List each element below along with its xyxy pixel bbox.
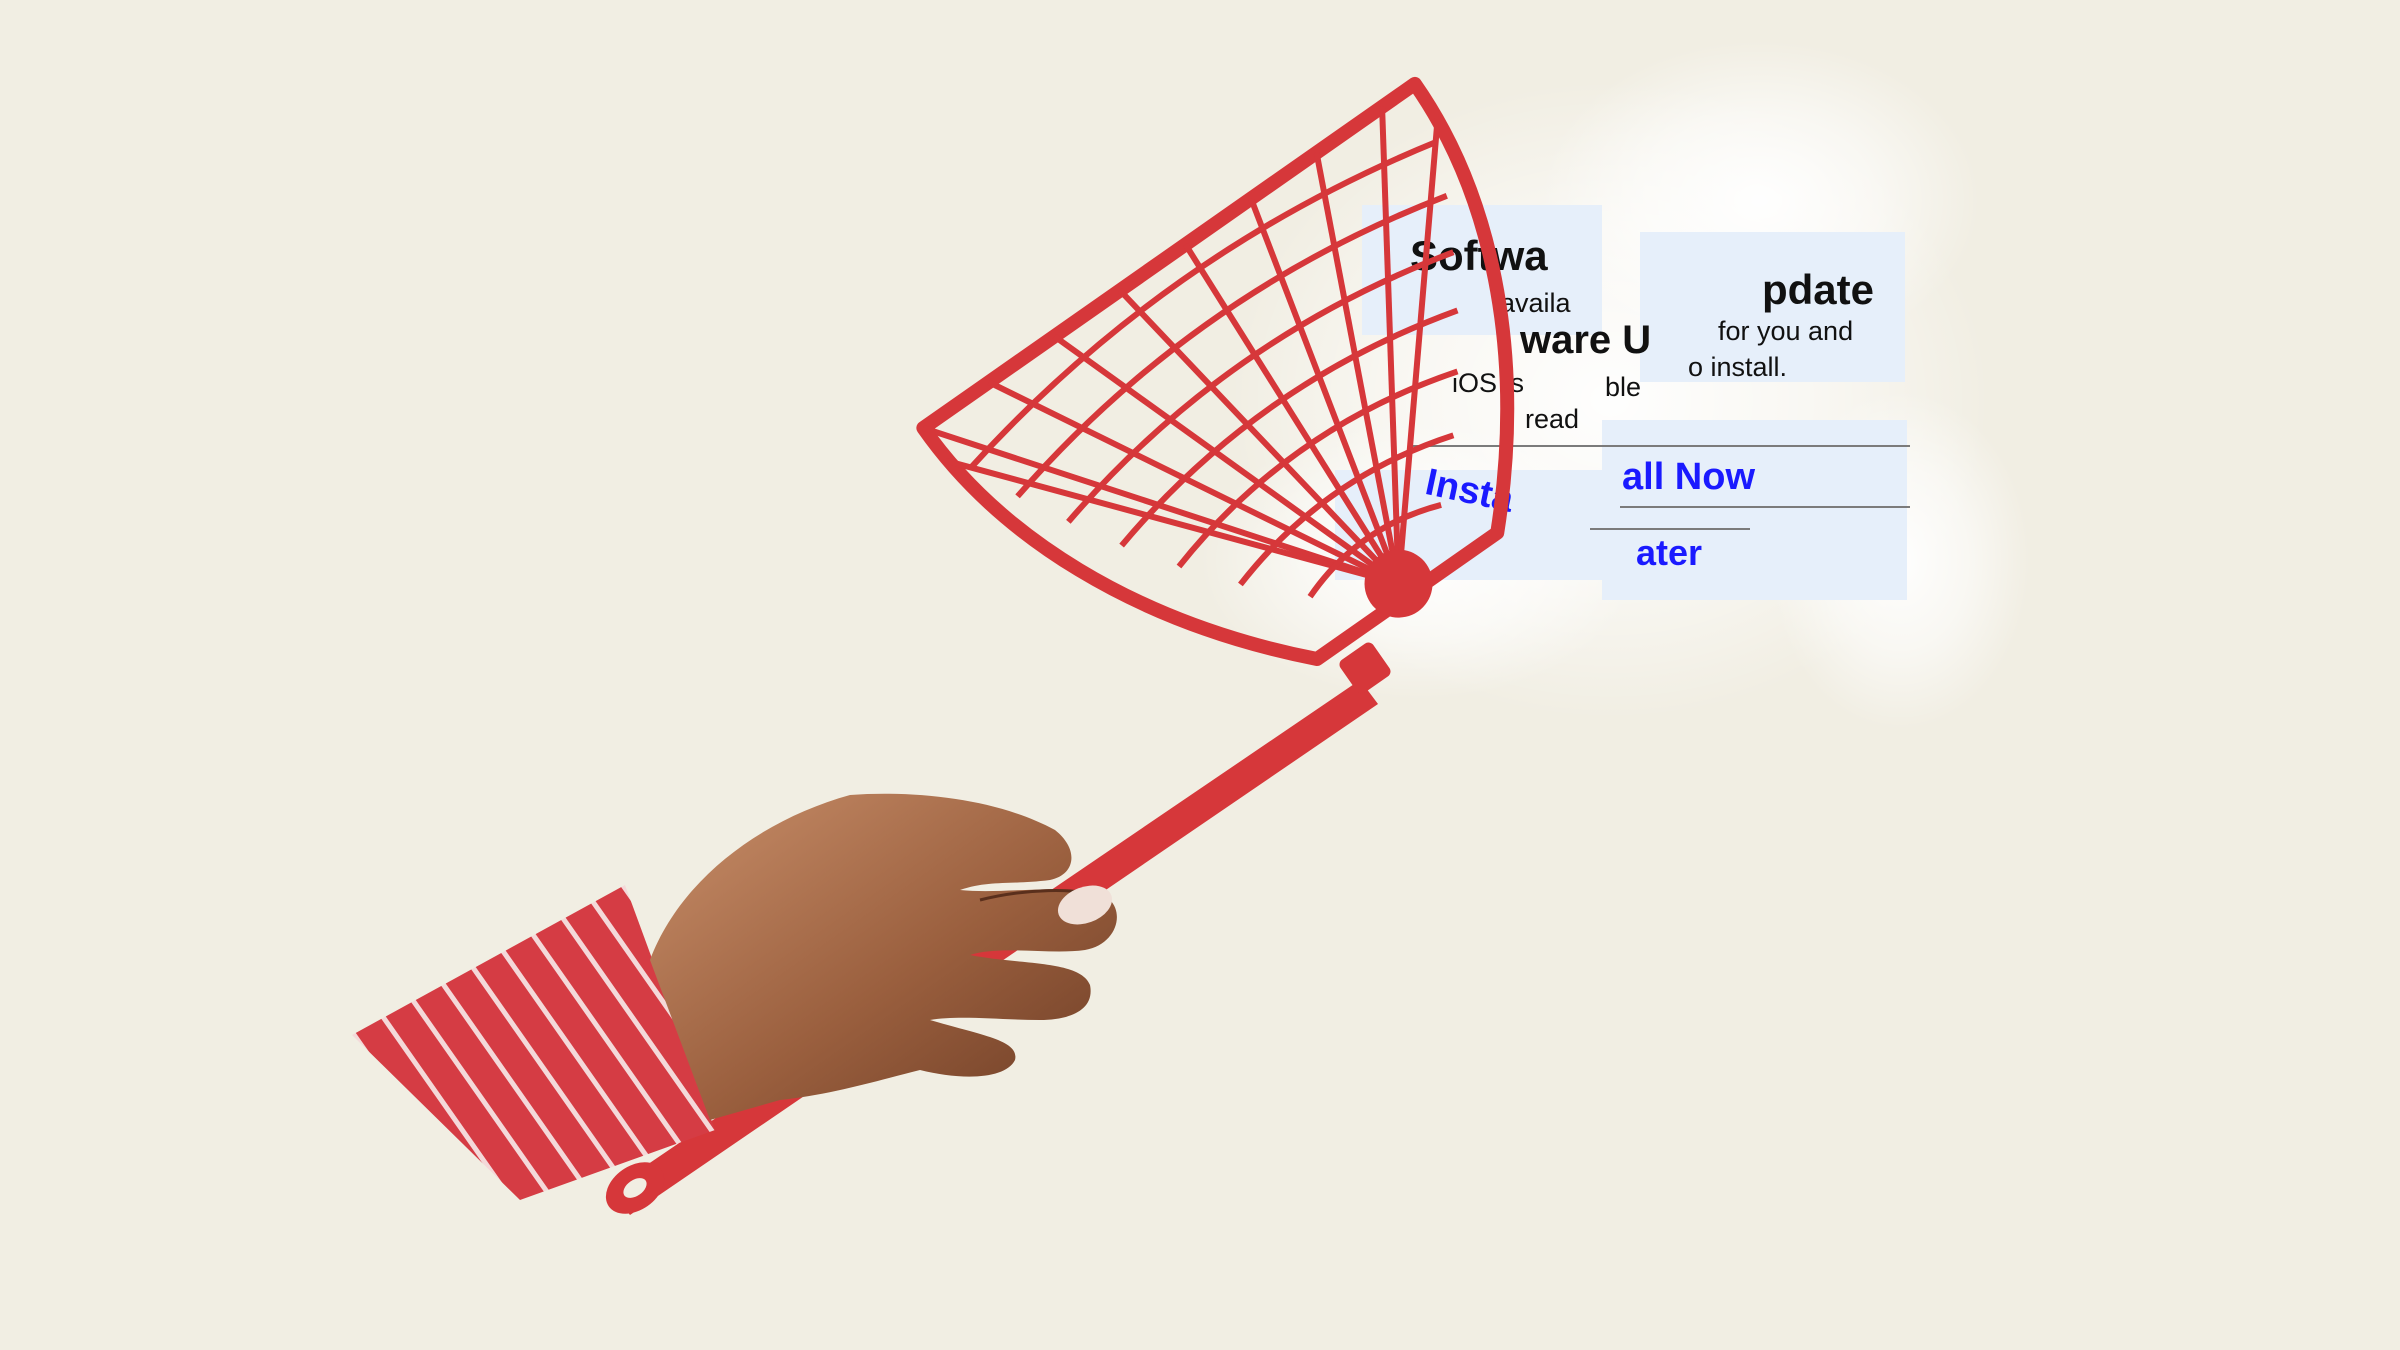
dialog-body-fragment-d: iOS is [1452,368,1525,398]
dialog-subtitle-fragment: ware U [1520,318,1652,362]
fly-swatter-illustration [352,76,1515,1215]
dialog-divider-low [1590,528,1750,530]
dialog-divider-top [1410,445,1910,447]
illustration-canvas: Softwa pdate ware U availa for you and o… [0,0,2400,1350]
swatter-handle [605,642,1391,1215]
dialog-title-left: Softwa [1410,232,1548,279]
dialog-body-fragment-f: read [1525,404,1580,434]
dialog-body-fragment-c: o install. [1688,352,1788,382]
hand [650,793,1117,1120]
dialog-body-fragment-b: for you and [1718,316,1854,346]
dialog-title-right: pdate [1762,266,1875,313]
dialog-body-fragment-a: availa [1500,288,1571,318]
dialog-divider-mid [1620,506,1910,508]
later-button-fragment: ater [1636,532,1703,573]
sleeve-cuff [352,885,715,1200]
install-now-button-fragment: all Now [1622,456,1756,498]
dialog-body-fragment-e: ble [1605,372,1642,402]
impact-burst [1200,40,2030,730]
